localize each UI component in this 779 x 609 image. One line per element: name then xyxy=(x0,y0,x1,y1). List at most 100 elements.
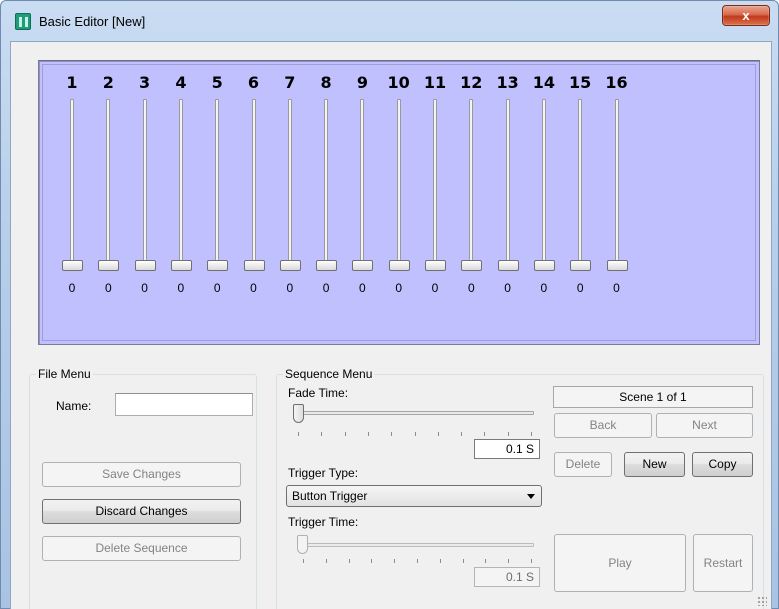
slider-tick xyxy=(348,559,350,563)
close-icon: x xyxy=(742,8,750,23)
slider-tick xyxy=(484,432,486,436)
channel-value: 0 xyxy=(177,281,185,295)
trigger-type-selected: Button Trigger xyxy=(292,489,368,503)
delete-sequence-button[interactable]: Delete Sequence xyxy=(42,536,241,561)
trigger-time-track[interactable] xyxy=(299,543,534,547)
slider-tick xyxy=(531,432,532,436)
channel-9: 90 xyxy=(344,61,380,301)
channel-slider-track[interactable] xyxy=(360,99,365,269)
channel-label: 4 xyxy=(175,73,187,92)
fade-time-value: 0.1 S xyxy=(474,439,540,459)
channel-label: 14 xyxy=(532,73,556,92)
slider-tick xyxy=(321,432,323,436)
channel-value: 0 xyxy=(431,281,439,295)
trigger-time-value: 0.1 S xyxy=(474,567,540,587)
channel-slider-track[interactable] xyxy=(324,99,329,269)
copy-scene-button[interactable]: Copy xyxy=(692,452,753,477)
play-button[interactable]: Play xyxy=(554,534,686,592)
discard-changes-button[interactable]: Discard Changes xyxy=(42,499,241,524)
channel-slider-thumb[interactable] xyxy=(62,260,83,271)
channel-slider-thumb[interactable] xyxy=(533,260,555,271)
slider-tick xyxy=(391,432,393,436)
trigger-time-label: Trigger Time: xyxy=(288,515,359,529)
channel-slider-track[interactable] xyxy=(541,99,546,269)
save-changes-button[interactable]: Save Changes xyxy=(42,462,241,487)
channel-slider-track[interactable] xyxy=(433,99,437,269)
slider-tick xyxy=(437,432,439,436)
channel-slider-thumb[interactable] xyxy=(170,260,192,271)
delete-scene-button[interactable]: Delete xyxy=(554,452,612,477)
close-button[interactable]: x xyxy=(722,5,770,26)
channel-slider-track[interactable] xyxy=(287,99,292,269)
trigger-type-select[interactable]: Button Trigger xyxy=(286,485,542,507)
channel-value: 0 xyxy=(68,281,76,295)
resize-grip-icon[interactable] xyxy=(757,596,767,606)
fade-time-slider-thumb[interactable] xyxy=(293,404,304,423)
channel-4: 40 xyxy=(163,61,199,301)
channel-slider-track[interactable] xyxy=(396,99,401,269)
channel-slider-thumb[interactable] xyxy=(134,260,156,271)
channel-slider-thumb[interactable] xyxy=(425,260,446,271)
chevron-down-icon xyxy=(527,494,535,499)
slider-tick xyxy=(325,559,327,563)
channel-slider-thumb[interactable] xyxy=(98,260,120,271)
slider-tick xyxy=(344,432,346,436)
channel-slider-track[interactable] xyxy=(578,99,583,269)
channel-slider-thumb[interactable] xyxy=(497,260,519,271)
channel-slider-track[interactable] xyxy=(106,99,111,269)
channel-slider-track[interactable] xyxy=(614,99,619,269)
channel-label: 15 xyxy=(569,73,592,92)
back-button[interactable]: Back xyxy=(554,413,652,438)
channel-label: 12 xyxy=(460,73,483,92)
name-input[interactable] xyxy=(115,393,253,416)
channel-slider-thumb[interactable] xyxy=(606,260,628,271)
channel-slider-track[interactable] xyxy=(215,99,220,269)
slider-tick xyxy=(461,432,463,436)
channel-slider-track[interactable] xyxy=(251,99,256,269)
slider-tick xyxy=(531,559,532,563)
channel-label: 16 xyxy=(605,73,628,92)
name-label: Name: xyxy=(56,399,92,413)
channel-6: 60 xyxy=(236,61,272,301)
scene-indicator: Scene 1 of 1 xyxy=(553,386,753,408)
channel-slider-thumb[interactable] xyxy=(461,260,483,271)
channel-slider-track[interactable] xyxy=(505,99,510,269)
channel-value: 0 xyxy=(322,281,330,295)
channel-2: 20 xyxy=(90,61,126,301)
channel-slider-track[interactable] xyxy=(70,99,74,269)
channel-slider-thumb[interactable] xyxy=(352,260,374,271)
channel-label: 6 xyxy=(247,73,260,92)
trigger-type-label: Trigger Type: xyxy=(288,466,359,480)
channel-slider-thumb[interactable] xyxy=(279,260,301,271)
channel-value: 0 xyxy=(540,281,548,295)
channel-label: 8 xyxy=(320,73,332,92)
channel-panel: 1 0 2 0 3 0 4 0 5 0 6 0 7 0 8 0 9 0 10 0 11 0 12 0 13 0 14 0 15 0 16 0 xyxy=(38,60,760,345)
slider-tick xyxy=(508,559,510,563)
new-scene-button[interactable]: New xyxy=(624,452,685,477)
fade-time-track[interactable] xyxy=(294,411,534,415)
channel-slider-thumb[interactable] xyxy=(388,260,410,271)
slider-tick xyxy=(462,559,464,563)
channel-label: 13 xyxy=(496,73,519,92)
slider-tick xyxy=(417,559,418,563)
channel-slider-thumb[interactable] xyxy=(243,260,265,271)
next-button[interactable]: Next xyxy=(656,413,753,438)
channel-10: 10 0 xyxy=(381,61,417,301)
channel-slider-track[interactable] xyxy=(142,99,147,269)
channel-slider-track[interactable] xyxy=(469,99,474,269)
channel-value: 0 xyxy=(576,281,584,295)
trigger-time-slider-thumb[interactable] xyxy=(297,535,308,554)
title-bar[interactable]: Basic Editor [New] x xyxy=(1,1,779,41)
slider-tick xyxy=(298,432,299,436)
editor-client-area: 1 0 2 0 3 0 4 0 5 0 6 0 7 0 8 0 9 0 10 0 11 0 12 0 13 0 14 0 15 0 16 0 … xyxy=(10,41,772,609)
slider-tick xyxy=(394,559,396,563)
channel-8: 80 xyxy=(308,61,344,301)
channel-slider-thumb[interactable] xyxy=(316,260,338,271)
slider-tick xyxy=(371,559,373,563)
channel-slider-track[interactable] xyxy=(178,99,183,269)
channel-3: 30 xyxy=(127,61,163,301)
channel-slider-thumb[interactable] xyxy=(570,260,592,271)
channel-slider-thumb[interactable] xyxy=(207,260,229,271)
slider-tick xyxy=(414,432,416,436)
restart-button[interactable]: Restart xyxy=(693,534,753,592)
